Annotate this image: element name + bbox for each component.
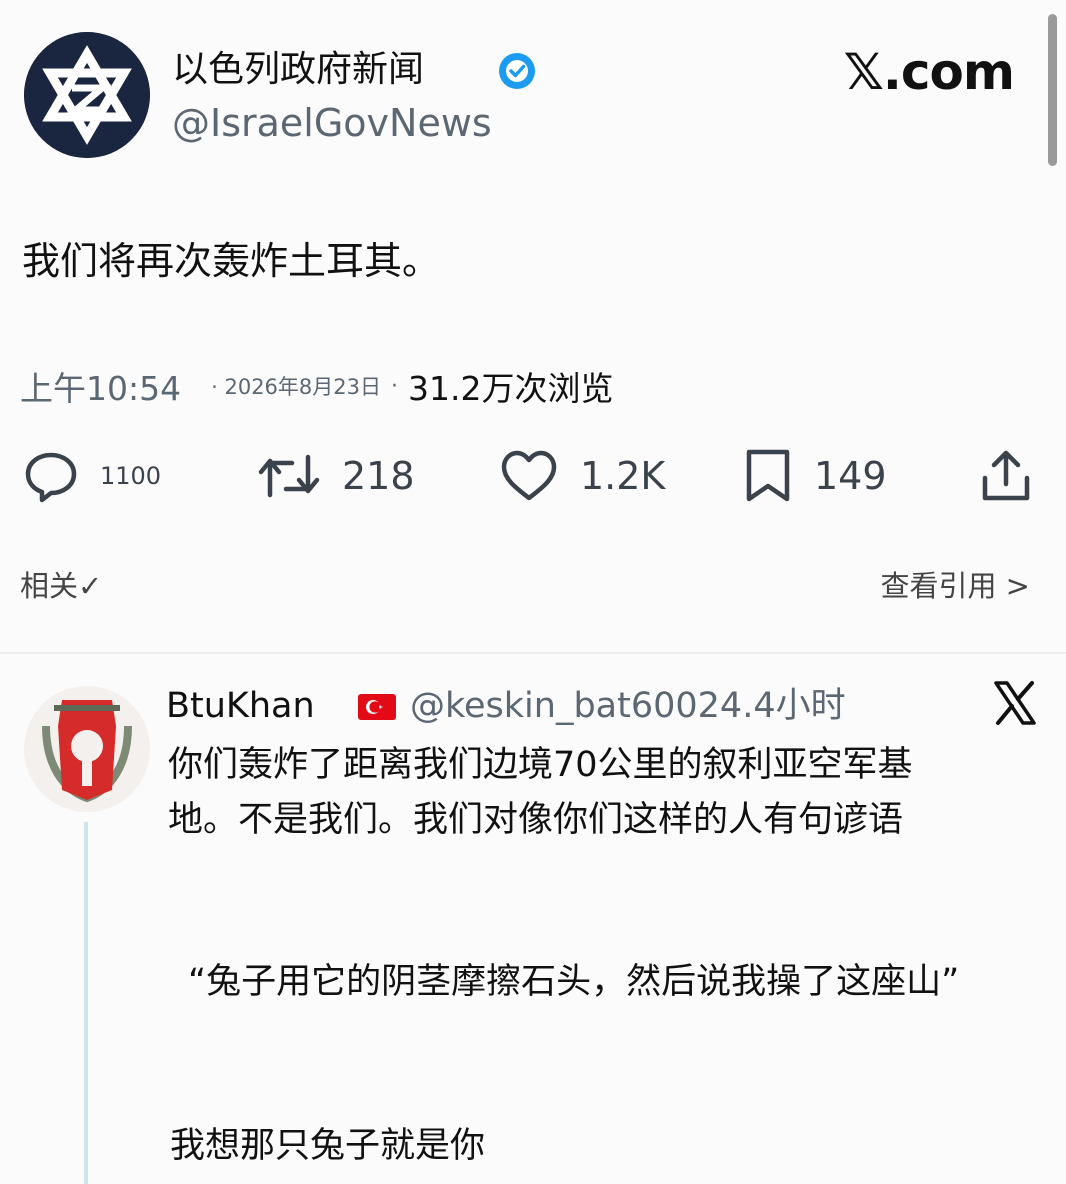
verified-badge-icon bbox=[498, 52, 536, 90]
share-button[interactable] bbox=[980, 446, 1032, 506]
bookmark-icon bbox=[746, 449, 790, 502]
related-filter[interactable]: 相关✓ bbox=[20, 566, 102, 606]
x-logo-icon bbox=[992, 680, 1038, 726]
scrollbar[interactable] bbox=[1048, 14, 1057, 166]
reply-author-avatar[interactable] bbox=[24, 686, 150, 812]
author-handle[interactable]: @IsraelGovNews bbox=[172, 100, 492, 146]
emblem-avatar-icon bbox=[24, 686, 150, 812]
star-of-david-logo-icon bbox=[24, 32, 150, 158]
like-icon bbox=[501, 450, 557, 501]
author-avatar[interactable] bbox=[24, 32, 150, 158]
view-count: 31.2万次浏览 bbox=[408, 369, 614, 408]
bookmark-count: 149 bbox=[814, 454, 887, 498]
reply-count: 1100 bbox=[100, 462, 162, 490]
turkey-flag-icon bbox=[358, 694, 396, 720]
repost-button[interactable]: 218 bbox=[258, 446, 415, 506]
repost-icon bbox=[258, 454, 320, 498]
reply-button[interactable]: 1100 bbox=[24, 446, 161, 506]
divider bbox=[0, 652, 1066, 654]
reply-icon bbox=[25, 452, 77, 503]
thread-line bbox=[84, 822, 88, 1184]
brand-logo: 𝕏.com bbox=[843, 43, 1015, 101]
post-time[interactable]: 上午10:54 bbox=[20, 362, 181, 410]
reply-text: 你们轰炸了距离我们边境70公里的叙利亚空军基地。不是我们。我们对像你们这样的人有… bbox=[168, 745, 913, 840]
bookmark-button[interactable]: 149 bbox=[744, 446, 887, 506]
post-date: · 2026年8月23日 bbox=[211, 375, 381, 399]
post-text: 我们将再次轰炸土耳其。 bbox=[22, 239, 441, 283]
reply-handle-and-time[interactable]: @keskin_bat60024.4小时 bbox=[410, 684, 846, 728]
author-display-name[interactable]: 以色列政府新闻 bbox=[172, 48, 424, 92]
view-quotes-link[interactable]: 查看引用 > bbox=[880, 566, 1030, 606]
like-count: 1.2K bbox=[580, 454, 666, 498]
post-date-value[interactable]: 2026年8月23日 bbox=[224, 375, 381, 399]
reply-closing-text: 我想那只兔子就是你 bbox=[170, 1126, 486, 1166]
reply-author-name[interactable]: BtuKhan bbox=[166, 684, 315, 728]
reply-quote-text: “兔子用它的阴茎摩擦石头，然后说我操了这座山” bbox=[188, 962, 960, 1002]
like-button[interactable]: 1.2K bbox=[500, 446, 665, 506]
share-icon bbox=[982, 450, 1030, 501]
meta-separator: · bbox=[391, 373, 398, 399]
repost-count: 218 bbox=[342, 454, 415, 498]
post-meta: 上午10:54 · 2026年8月23日 · 31.2万次浏览 bbox=[20, 362, 613, 410]
